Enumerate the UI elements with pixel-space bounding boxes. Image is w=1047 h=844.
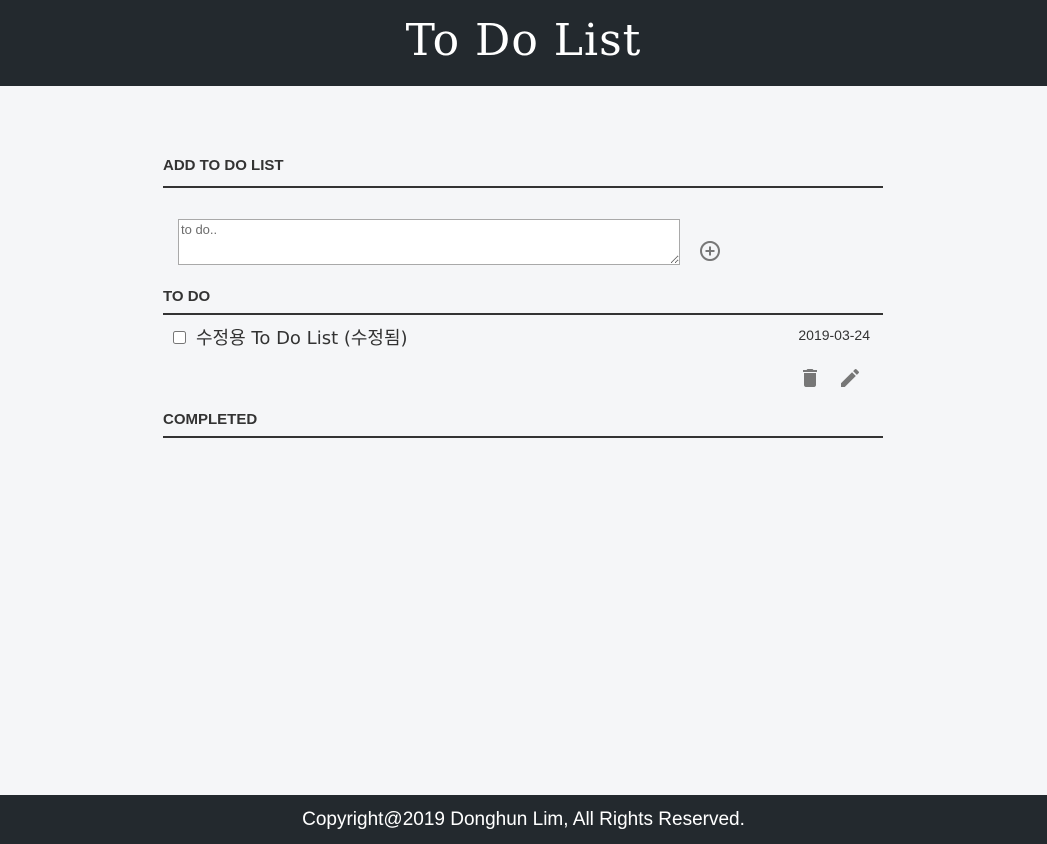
delete-todo-button[interactable] [798, 366, 822, 390]
pencil-icon [841, 368, 860, 387]
todo-item-text: 수정용 To Do List (수정됨) [196, 328, 408, 349]
todo-list-item: 수정용 To Do List (수정됨) 2019-03-24 [163, 318, 883, 398]
add-section-title: ADD TO DO LIST [163, 157, 284, 174]
todo-input[interactable] [178, 219, 680, 265]
todo-section-title: TO DO [163, 288, 211, 305]
trash-icon [803, 369, 817, 387]
completed-section-divider [163, 436, 883, 438]
completed-section-title: COMPLETED [163, 411, 258, 428]
page-footer: Copyright@2019 Donghun Lim, All Rights R… [0, 795, 1047, 844]
add-todo-button[interactable] [699, 240, 721, 262]
page-title: To Do List [405, 14, 642, 66]
edit-todo-button[interactable] [838, 366, 862, 390]
copyright-text: Copyright@2019 Donghun Lim, All Rights R… [302, 808, 745, 830]
todo-item-checkbox[interactable] [173, 331, 186, 344]
plus-circle-icon [700, 241, 720, 261]
page-header: To Do List [0, 0, 1047, 86]
todo-item-date: 2019-03-24 [798, 327, 870, 343]
add-section-divider [163, 186, 883, 188]
todo-section-divider [163, 313, 883, 315]
